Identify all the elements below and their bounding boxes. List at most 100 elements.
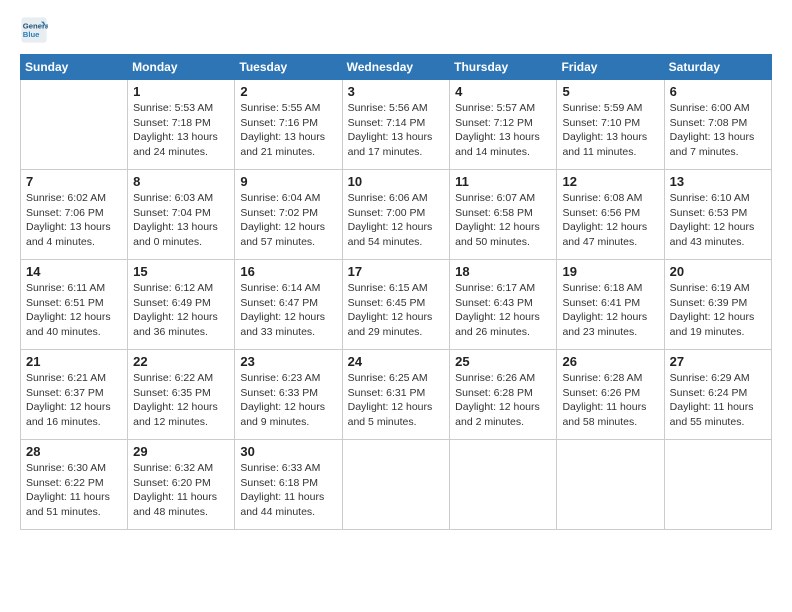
day-number: 27 (670, 354, 766, 369)
calendar-week-3: 14 Sunrise: 6:11 AMSunset: 6:51 PMDayligh… (21, 260, 772, 350)
calendar-cell: 19Sunrise: 6:18 AMSunset: 6:41 PMDayligh… (557, 260, 664, 350)
calendar-cell: 16 Sunrise: 6:14 AMSunset: 6:47 PMDayligh… (235, 260, 342, 350)
day-info: Sunrise: 6:19 AMSunset: 6:39 PMDaylight:… (670, 281, 766, 340)
calendar-cell: 13 Sunrise: 6:10 AMSunset: 6:53 PMDayligh… (664, 170, 771, 260)
day-info: Sunrise: 5:59 AMSunset: 7:10 PMDaylight:… (562, 101, 658, 160)
day-number: 6 (670, 84, 766, 99)
day-number: 15 (133, 264, 229, 279)
day-info: Sunrise: 6:25 AMSunset: 6:31 PMDaylight:… (348, 371, 445, 430)
calendar-cell (342, 440, 450, 530)
calendar-cell (450, 440, 557, 530)
calendar-cell (664, 440, 771, 530)
calendar-cell: 26Sunrise: 6:28 AMSunset: 6:26 PMDayligh… (557, 350, 664, 440)
day-info: Sunrise: 6:02 AMSunset: 7:06 PMDaylight:… (26, 191, 122, 250)
day-info: Sunrise: 6:04 AMSunset: 7:02 PMDaylight:… (240, 191, 336, 250)
calendar-table: SundayMondayTuesdayWednesdayThursdayFrid… (20, 54, 772, 530)
day-number: 20 (670, 264, 766, 279)
day-number: 16 (240, 264, 336, 279)
logo: General Blue (20, 16, 52, 44)
calendar-cell: 27Sunrise: 6:29 AMSunset: 6:24 PMDayligh… (664, 350, 771, 440)
calendar-cell: 29Sunrise: 6:32 AMSunset: 6:20 PMDayligh… (128, 440, 235, 530)
calendar-header-sunday: Sunday (21, 55, 128, 80)
calendar-cell: 22 Sunrise: 6:22 AMSunset: 6:35 PMDayligh… (128, 350, 235, 440)
day-number: 21 (26, 354, 122, 369)
calendar-cell: 14 Sunrise: 6:11 AMSunset: 6:51 PMDayligh… (21, 260, 128, 350)
calendar-cell: 7 Sunrise: 6:02 AMSunset: 7:06 PMDaylight… (21, 170, 128, 260)
day-info: Sunrise: 5:55 AMSunset: 7:16 PMDaylight:… (240, 101, 336, 160)
day-info: Sunrise: 6:10 AMSunset: 6:53 PMDaylight:… (670, 191, 766, 250)
day-number: 8 (133, 174, 229, 189)
day-number: 9 (240, 174, 336, 189)
day-info: Sunrise: 6:26 AMSunset: 6:28 PMDaylight:… (455, 371, 551, 430)
calendar-cell: 28 Sunrise: 6:30 AMSunset: 6:22 PMDayligh… (21, 440, 128, 530)
calendar-header-saturday: Saturday (664, 55, 771, 80)
calendar-header-tuesday: Tuesday (235, 55, 342, 80)
day-info: Sunrise: 6:32 AMSunset: 6:20 PMDaylight:… (133, 461, 229, 520)
calendar-cell: 12Sunrise: 6:08 AMSunset: 6:56 PMDayligh… (557, 170, 664, 260)
calendar-week-1: 1 Sunrise: 5:53 AMSunset: 7:18 PMDaylight… (21, 80, 772, 170)
calendar-cell: 4 Sunrise: 5:57 AMSunset: 7:12 PMDaylight… (450, 80, 557, 170)
calendar-cell: 15 Sunrise: 6:12 AMSunset: 6:49 PMDayligh… (128, 260, 235, 350)
day-number: 25 (455, 354, 551, 369)
calendar-week-4: 21 Sunrise: 6:21 AMSunset: 6:37 PMDayligh… (21, 350, 772, 440)
calendar-header-thursday: Thursday (450, 55, 557, 80)
calendar-cell: 24 Sunrise: 6:25 AMSunset: 6:31 PMDayligh… (342, 350, 450, 440)
calendar-cell: 11 Sunrise: 6:07 AMSunset: 6:58 PMDayligh… (450, 170, 557, 260)
day-number: 3 (348, 84, 445, 99)
calendar-cell: 21 Sunrise: 6:21 AMSunset: 6:37 PMDayligh… (21, 350, 128, 440)
day-number: 13 (670, 174, 766, 189)
day-info: Sunrise: 6:18 AMSunset: 6:41 PMDaylight:… (562, 281, 658, 340)
calendar-cell: 25 Sunrise: 6:26 AMSunset: 6:28 PMDayligh… (450, 350, 557, 440)
calendar-cell (21, 80, 128, 170)
day-info: Sunrise: 5:57 AMSunset: 7:12 PMDaylight:… (455, 101, 551, 160)
svg-text:Blue: Blue (23, 30, 40, 39)
day-number: 17 (348, 264, 445, 279)
calendar-cell: 20 Sunrise: 6:19 AMSunset: 6:39 PMDayligh… (664, 260, 771, 350)
day-info: Sunrise: 6:12 AMSunset: 6:49 PMDaylight:… (133, 281, 229, 340)
day-info: Sunrise: 6:07 AMSunset: 6:58 PMDaylight:… (455, 191, 551, 250)
day-info: Sunrise: 6:30 AMSunset: 6:22 PMDaylight:… (26, 461, 122, 520)
calendar-cell: 8 Sunrise: 6:03 AMSunset: 7:04 PMDaylight… (128, 170, 235, 260)
day-info: Sunrise: 6:14 AMSunset: 6:47 PMDaylight:… (240, 281, 336, 340)
day-info: Sunrise: 6:22 AMSunset: 6:35 PMDaylight:… (133, 371, 229, 430)
day-number: 11 (455, 174, 551, 189)
calendar-cell: 23 Sunrise: 6:23 AMSunset: 6:33 PMDayligh… (235, 350, 342, 440)
calendar-header-wednesday: Wednesday (342, 55, 450, 80)
calendar-header-monday: Monday (128, 55, 235, 80)
calendar-cell: 30 Sunrise: 6:33 AMSunset: 6:18 PMDayligh… (235, 440, 342, 530)
day-info: Sunrise: 6:03 AMSunset: 7:04 PMDaylight:… (133, 191, 229, 250)
day-info: Sunrise: 6:21 AMSunset: 6:37 PMDaylight:… (26, 371, 122, 430)
day-number: 14 (26, 264, 122, 279)
day-number: 23 (240, 354, 336, 369)
day-number: 7 (26, 174, 122, 189)
day-number: 5 (562, 84, 658, 99)
day-number: 2 (240, 84, 336, 99)
day-info: Sunrise: 6:11 AMSunset: 6:51 PMDaylight:… (26, 281, 122, 340)
calendar-header-friday: Friday (557, 55, 664, 80)
day-number: 10 (348, 174, 445, 189)
day-number: 18 (455, 264, 551, 279)
day-info: Sunrise: 5:56 AMSunset: 7:14 PMDaylight:… (348, 101, 445, 160)
day-info: Sunrise: 6:08 AMSunset: 6:56 PMDaylight:… (562, 191, 658, 250)
calendar-cell: 10 Sunrise: 6:06 AMSunset: 7:00 PMDayligh… (342, 170, 450, 260)
day-info: Sunrise: 6:23 AMSunset: 6:33 PMDaylight:… (240, 371, 336, 430)
day-info: Sunrise: 6:15 AMSunset: 6:45 PMDaylight:… (348, 281, 445, 340)
day-number: 4 (455, 84, 551, 99)
calendar-week-2: 7 Sunrise: 6:02 AMSunset: 7:06 PMDaylight… (21, 170, 772, 260)
day-number: 26 (562, 354, 658, 369)
day-number: 28 (26, 444, 122, 459)
day-info: Sunrise: 6:06 AMSunset: 7:00 PMDaylight:… (348, 191, 445, 250)
day-number: 22 (133, 354, 229, 369)
day-info: Sunrise: 5:53 AMSunset: 7:18 PMDaylight:… (133, 101, 229, 160)
calendar-cell: 5 Sunrise: 5:59 AMSunset: 7:10 PMDaylight… (557, 80, 664, 170)
day-number: 30 (240, 444, 336, 459)
day-info: Sunrise: 6:33 AMSunset: 6:18 PMDaylight:… (240, 461, 336, 520)
calendar-cell: 3 Sunrise: 5:56 AMSunset: 7:14 PMDaylight… (342, 80, 450, 170)
day-number: 1 (133, 84, 229, 99)
calendar-cell: 17 Sunrise: 6:15 AMSunset: 6:45 PMDayligh… (342, 260, 450, 350)
calendar-cell: 9 Sunrise: 6:04 AMSunset: 7:02 PMDaylight… (235, 170, 342, 260)
calendar-cell: 18 Sunrise: 6:17 AMSunset: 6:43 PMDayligh… (450, 260, 557, 350)
day-info: Sunrise: 6:17 AMSunset: 6:43 PMDaylight:… (455, 281, 551, 340)
calendar-week-5: 28 Sunrise: 6:30 AMSunset: 6:22 PMDayligh… (21, 440, 772, 530)
day-number: 24 (348, 354, 445, 369)
